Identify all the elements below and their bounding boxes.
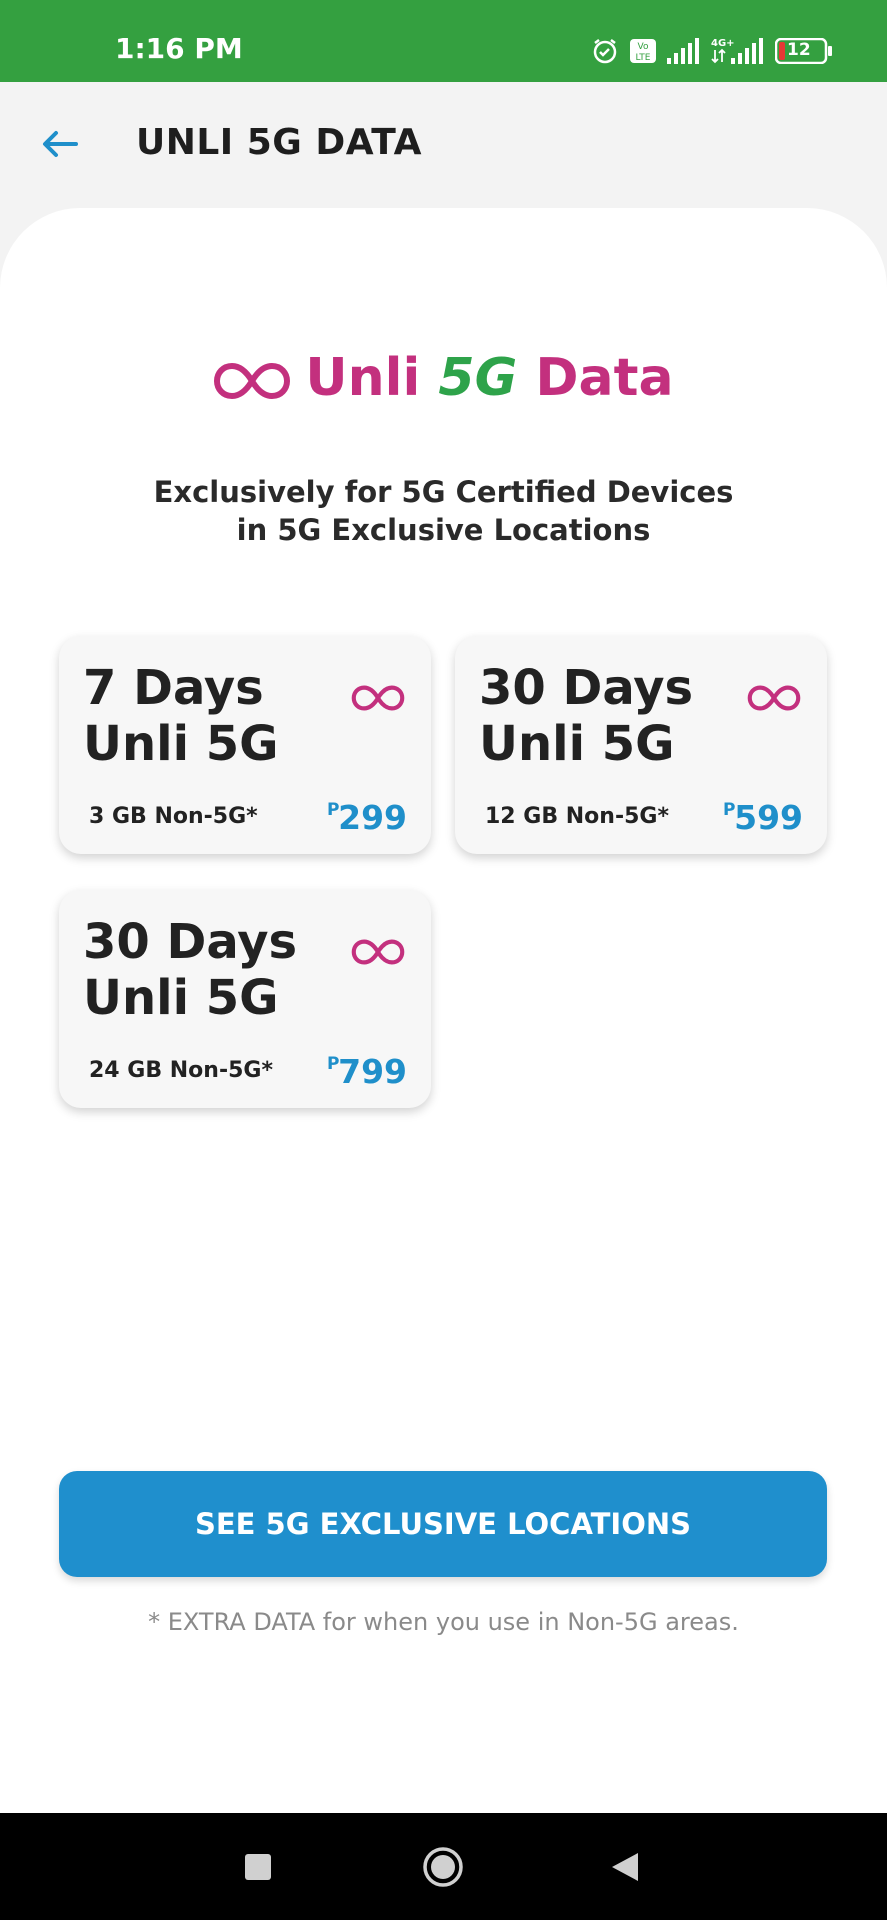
plan-card-30-days-24gb[interactable]: 30 Days Unli 5G 24 GB Non-5G* P 799 [59, 890, 431, 1108]
infinity-icon [351, 685, 405, 711]
subtitle-line-2: in 5G Exclusive Locations [236, 513, 651, 547]
app-bar: UNLI 5G DATA [0, 82, 887, 207]
plan-price: 599 [734, 798, 803, 837]
unli-5g-logo: Unli 5G Data [0, 348, 887, 408]
see-5g-locations-button[interactable]: SEE 5G EXCLUSIVE LOCATIONS [59, 1471, 827, 1577]
battery-icon: 12 [775, 38, 833, 64]
home-button[interactable] [403, 1813, 483, 1920]
plan-duration: 30 Days [83, 914, 298, 970]
infinity-icon [214, 362, 291, 400]
system-nav-bar [0, 1813, 887, 1920]
signal-4g-icon: 4G+ [711, 36, 765, 66]
plan-price: 299 [338, 798, 407, 837]
back-button[interactable] [40, 128, 88, 168]
signal-icon [667, 38, 701, 64]
plan-price: 799 [338, 1052, 407, 1091]
battery-level: 12 [787, 40, 811, 60]
back-nav-button[interactable] [585, 1813, 665, 1920]
alarm-icon [591, 37, 619, 65]
status-time: 1:16 PM [115, 32, 243, 65]
square-icon [245, 1853, 271, 1880]
content-sheet: Unli 5G Data Exclusively for 5G Certifie… [0, 208, 887, 1813]
plan-duration: 7 Days [83, 660, 264, 716]
footnote: * EXTRA DATA for when you use in Non-5G … [148, 1608, 739, 1636]
plan-name: Unli 5G [479, 716, 675, 772]
subtitle-line-1: Exclusively for 5G Certified Devices [153, 475, 734, 509]
page-title: UNLI 5G DATA [136, 122, 422, 163]
plan-name: Unli 5G [83, 716, 279, 772]
volte-icon: Vo LTE [629, 38, 657, 64]
plan-duration: 30 Days [479, 660, 694, 716]
plan-name: Unli 5G [83, 970, 279, 1026]
svg-text:Vo: Vo [638, 42, 649, 52]
arrow-left-icon [43, 131, 78, 157]
hero-subtitle: Exclusively for 5G Certified Devices in … [0, 473, 887, 549]
plan-card-30-days-12gb[interactable]: 30 Days Unli 5G 12 GB Non-5G* P 599 [455, 636, 827, 854]
status-bar: 1:16 PM Vo LTE 4G+ 12 [0, 0, 887, 82]
recents-button[interactable] [218, 1813, 298, 1920]
logo-text-suffix: Data [517, 348, 674, 408]
logo-text-prefix: Unli [305, 348, 439, 408]
home-circle-icon [423, 1846, 463, 1887]
status-icons: Vo LTE 4G+ 12 [591, 36, 833, 66]
plan-card-7-days[interactable]: 7 Days Unli 5G 3 GB Non-5G* P 299 [59, 636, 431, 854]
plan-extra-data: 3 GB Non-5G* [89, 804, 258, 829]
plan-extra-data: 24 GB Non-5G* [89, 1058, 273, 1083]
logo-text-5g: 5G [438, 348, 518, 408]
svg-text:LTE: LTE [636, 53, 651, 63]
infinity-icon [351, 939, 405, 965]
svg-text:4G+: 4G+ [711, 38, 735, 49]
infinity-icon [747, 685, 801, 711]
plan-extra-data: 12 GB Non-5G* [485, 804, 669, 829]
triangle-back-icon [612, 1852, 638, 1881]
